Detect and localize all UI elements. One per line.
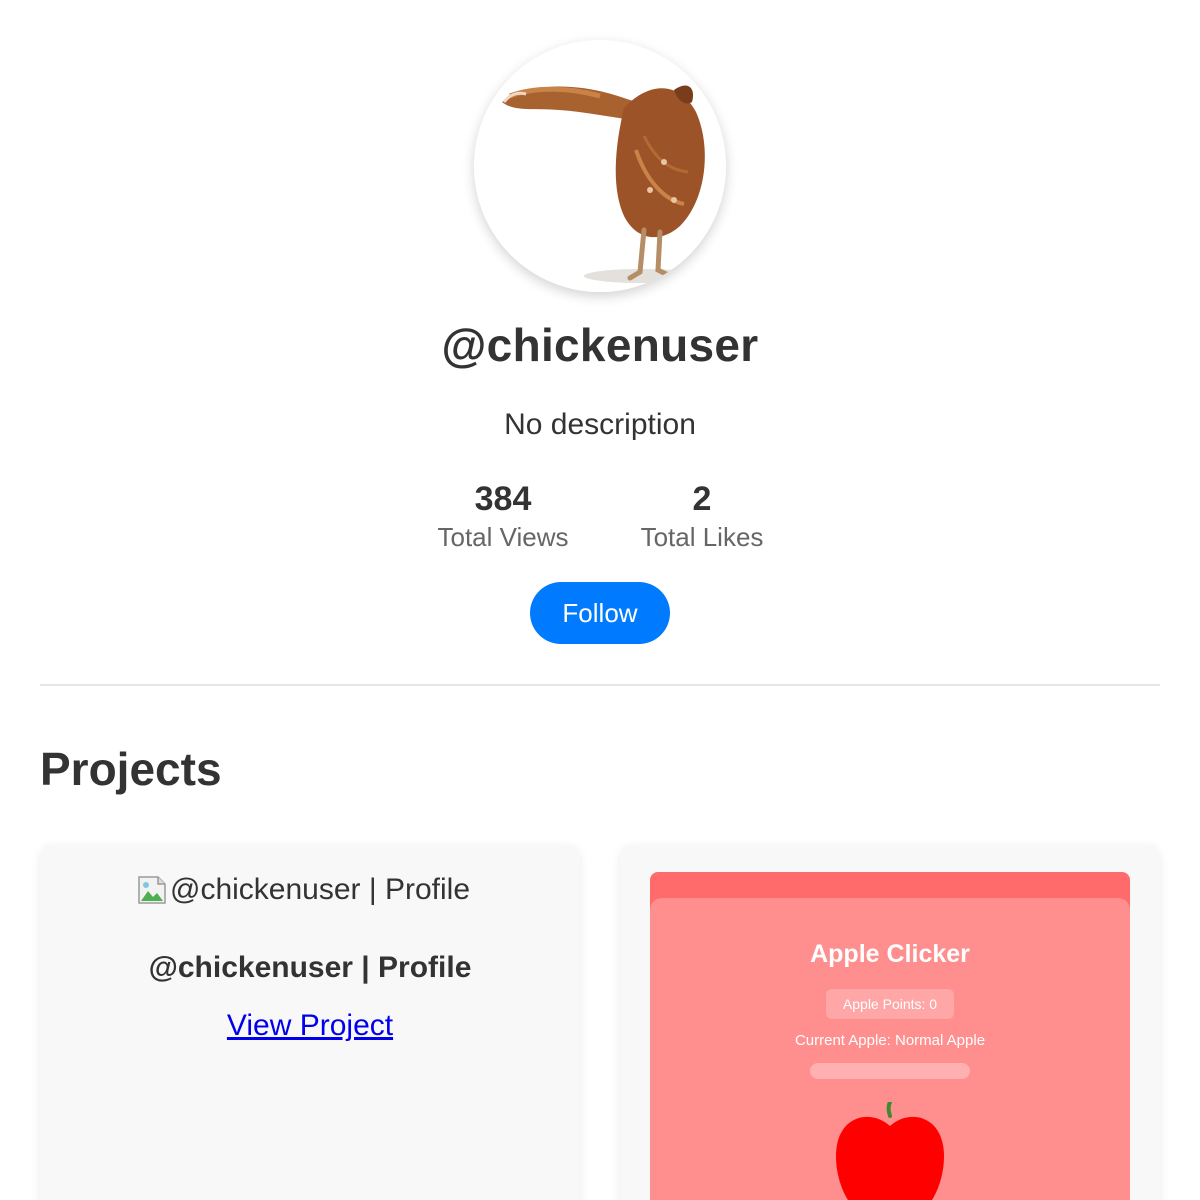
preview-current-apple: Current Apple: Normal Apple	[794, 1032, 986, 1049]
chicken-avatar-image	[474, 40, 726, 292]
stat-views-value: 384	[474, 480, 532, 518]
follow-button[interactable]: Follow	[530, 582, 670, 644]
projects-heading: Projects	[40, 743, 222, 795]
project-card: @chickenuser | Profile @chickenuser | Pr…	[40, 845, 580, 1200]
stat-views-label: Total Views	[437, 522, 569, 552]
preview-progress-bar	[810, 1063, 970, 1079]
avatar	[474, 40, 726, 292]
project-title: @chickenuser | Profile	[148, 951, 472, 984]
profile-username: @chickenuser	[441, 319, 759, 371]
broken-image-icon	[138, 876, 166, 904]
project-card: Apple Clicker Apple Points: 0 Current Ap…	[620, 845, 1160, 1200]
stat-likes-value: 2	[692, 480, 712, 518]
section-divider	[40, 684, 1160, 686]
preview-panel: Apple Clicker Apple Points: 0 Current Ap…	[650, 898, 1130, 1200]
apple-icon	[836, 1102, 944, 1200]
project-thumbnail: @chickenuser | Profile	[136, 873, 470, 907]
preview-points-badge: Apple Points: 0	[826, 989, 954, 1019]
stat-likes-label: Total Likes	[640, 522, 764, 552]
view-project-link[interactable]: View Project	[40, 1009, 580, 1043]
profile-description: No description	[504, 408, 696, 441]
preview-title: Apple Clicker	[810, 940, 970, 968]
project-thumbnail-alt: @chickenuser | Profile	[170, 873, 471, 906]
stat-total-likes: 2 Total Likes	[602, 478, 802, 554]
stat-total-views: 384 Total Views	[403, 478, 603, 554]
project-preview[interactable]: Apple Clicker Apple Points: 0 Current Ap…	[650, 872, 1130, 1200]
